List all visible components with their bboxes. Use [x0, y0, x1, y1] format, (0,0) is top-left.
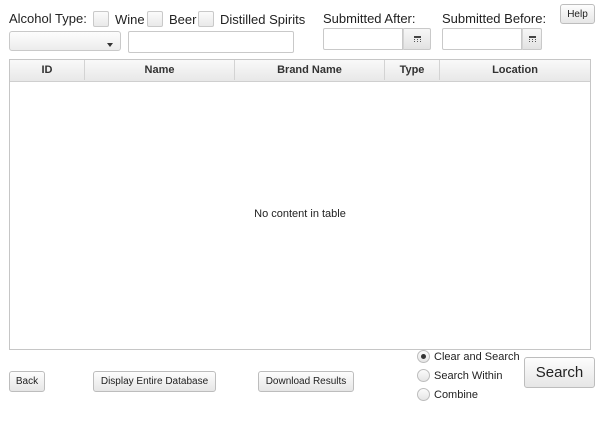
submitted-before-calendar-button[interactable] [522, 28, 542, 50]
wine-checkbox[interactable] [93, 11, 109, 27]
chevron-down-icon [107, 43, 113, 47]
download-results-button[interactable]: Download Results [258, 371, 354, 392]
submitted-before-input[interactable] [442, 28, 522, 50]
submitted-before-date-picker [442, 28, 542, 50]
submitted-after-date-picker [323, 28, 431, 50]
submitted-before-label: Submitted Before: [442, 11, 547, 26]
radio-clear-and-search[interactable]: Clear and Search [417, 350, 520, 363]
radio-search-within[interactable]: Search Within [417, 369, 502, 382]
submitted-after-calendar-button[interactable] [403, 28, 431, 50]
back-button[interactable]: Back [9, 371, 45, 392]
calendar-icon [413, 36, 421, 42]
radio-label: Clear and Search [434, 350, 520, 363]
distilled-spirits-label: Distilled Spirits [220, 12, 306, 27]
radio-button[interactable] [417, 388, 430, 401]
radio-button[interactable] [417, 350, 430, 363]
calendar-icon [528, 36, 536, 42]
results-table[interactable]: ID Name Brand Name Type Location No cont… [9, 59, 591, 350]
radio-selected-dot [421, 354, 426, 359]
empty-table-placeholder: No content in table [254, 208, 346, 220]
column-header-type[interactable]: Type [385, 60, 440, 80]
search-text-field[interactable] [128, 31, 294, 53]
radio-label: Combine [434, 388, 479, 401]
submitted-after-input[interactable] [323, 28, 403, 50]
column-header-id[interactable]: ID [10, 60, 85, 80]
column-header-name[interactable]: Name [85, 60, 235, 80]
column-header-location[interactable]: Location [440, 60, 590, 80]
beer-label: Beer [169, 12, 197, 27]
submitted-after-label: Submitted After: [323, 11, 416, 26]
radio-combine[interactable]: Combine [417, 388, 478, 401]
table-header: ID Name Brand Name Type Location [10, 60, 590, 82]
beer-checkbox[interactable] [147, 11, 163, 27]
wine-label: Wine [115, 12, 145, 27]
radio-label: Search Within [434, 369, 503, 382]
column-header-brand-name[interactable]: Brand Name [235, 60, 385, 80]
search-button[interactable]: Search [524, 357, 595, 388]
display-entire-database-button[interactable]: Display Entire Database [93, 371, 216, 392]
radio-button[interactable] [417, 369, 430, 382]
help-button[interactable]: Help [560, 4, 595, 24]
distilled-spirits-checkbox[interactable] [198, 11, 214, 27]
alcohol-type-combo[interactable] [9, 31, 121, 51]
alcohol-type-label: Alcohol Type: [9, 11, 87, 26]
